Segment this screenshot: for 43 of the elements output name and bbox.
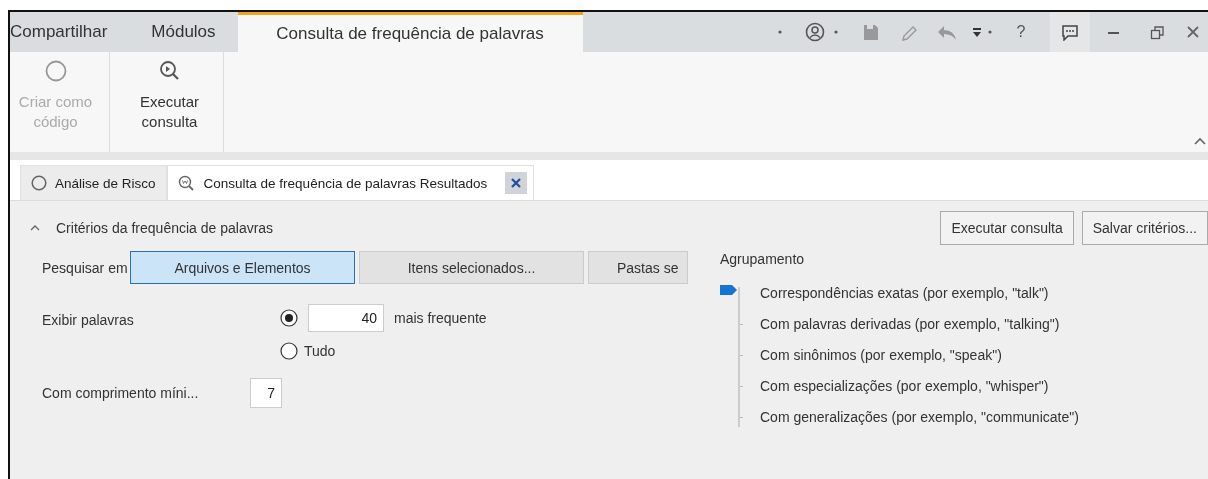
scope-button[interactable]: Pastas se [588,251,688,284]
scope-button[interactable]: Itens selecionados... [359,251,584,284]
scope-button[interactable]: Arquivos e Elementos [130,251,355,284]
ribbon-tab[interactable]: Consulta de frequência de palavras [237,12,583,52]
separator-dot [778,30,782,34]
circle-icon [44,60,67,82]
tab-label: Consulta de frequência de palavras Resultados [203,175,488,191]
group-option[interactable]: Com especializações (por exemplo, "whisper") [760,378,1049,394]
ribbon-button[interactable]: Executar consulta [116,52,224,152]
field-label: Com comprimento míni... [42,385,200,401]
field-label: Pesquisar em [42,259,129,276]
group-option[interactable]: Com generalizações (por exemplo, "communicate") [760,409,1079,425]
radio-button[interactable] [280,342,298,360]
group-option[interactable]: Com palavras derivadas (por exemplo, "talking") [760,316,1060,332]
slider-thumb[interactable] [720,285,737,295]
action-button[interactable]: Salvar critérios... [1081,211,1208,245]
close-tab-button[interactable] [505,172,528,194]
length-field[interactable]: 7 [250,378,282,408]
document-tab[interactable]: Análise de Risco [20,165,167,200]
group-option[interactable]: Com sinônimos (por exemplo, "speak") [760,347,1002,363]
chat-icon[interactable] [1050,12,1090,52]
group-option[interactable]: Correspondências exatas (por exemplo, "talk") [760,285,1049,301]
radio-label: Tudo [304,343,336,359]
separator-dot [834,30,838,34]
group-label: Agrupamento [720,251,806,267]
collapse-icon[interactable] [30,224,40,232]
action-button[interactable]: Executar consulta [940,211,1074,245]
document-tab[interactable]: Consulta de frequência de palavras Resultados [166,165,535,200]
section-title: Critérios da frequência de palavras [56,220,274,236]
count-field[interactable]: 40 [308,304,384,332]
field-label: Exibir palavras [42,312,135,328]
field-suffix: mais frequente [394,310,487,326]
separator-dot [988,30,992,34]
close-icon [510,177,523,189]
query-search-icon [177,175,194,191]
circle-icon [31,175,47,191]
collapse-icon[interactable] [1194,137,1206,146]
tab-label: Análise de Risco [55,175,156,191]
ribbon-tab[interactable]: Compartilhar [10,12,130,52]
radio-button[interactable] [280,309,298,327]
ribbon-tab[interactable]: Módulos [129,12,238,52]
run-search-icon [158,60,181,82]
help-button[interactable]: ? [1006,12,1036,52]
